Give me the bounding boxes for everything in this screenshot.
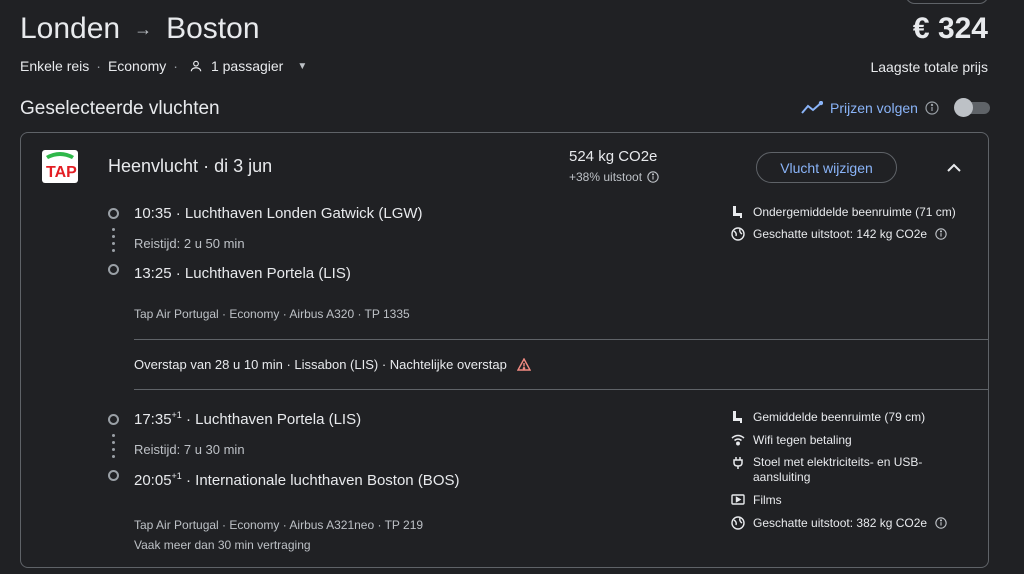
timeline-dots xyxy=(111,228,115,252)
amenity-emissions: Geschatte uitstoot: 382 kg CO2e xyxy=(731,516,947,530)
legroom-icon xyxy=(731,410,745,424)
total-price: € 324 xyxy=(912,12,988,45)
trip-type: Enkele reis xyxy=(20,58,90,74)
segment-1-departure: 10:35 · Luchthaven Londen Gatwick (LGW) xyxy=(134,205,423,222)
svg-text:TAP: TAP xyxy=(46,164,77,181)
segment-2-arrival: 20:05+1 · Internationale luchthaven Bost… xyxy=(134,471,460,489)
globe-icon xyxy=(731,227,745,241)
amenity-legroom: Ondergemiddelde beenruimte (71 cm) xyxy=(731,205,956,219)
destination-city: Boston xyxy=(166,12,260,45)
track-prices-toggle[interactable] xyxy=(954,98,990,117)
amenity-emissions: Geschatte uitstoot: 142 kg CO2e xyxy=(731,227,947,241)
timeline-dots xyxy=(111,434,115,458)
flight-card xyxy=(20,132,989,568)
track-prices-button[interactable]: Prijzen volgen xyxy=(801,100,939,116)
change-flight-button[interactable]: Vlucht wijzigen xyxy=(756,152,897,183)
amenity-video: Films xyxy=(731,493,782,507)
departure-circle-icon xyxy=(108,208,119,219)
section-title: Geselecteerde vluchten xyxy=(20,98,220,119)
divider xyxy=(134,339,989,340)
info-icon[interactable] xyxy=(935,517,947,529)
route-title: Londen → Boston xyxy=(20,12,260,46)
amenity-wifi: Wifi tegen betaling xyxy=(731,433,852,447)
price-label: Laagste totale prijs xyxy=(870,59,988,75)
cabin-class: Economy xyxy=(107,58,167,74)
airline-logo: TAP xyxy=(42,150,78,183)
amenity-power: Stoel met elektriciteits- en USB-aanslui… xyxy=(731,455,931,485)
layover-info: Overstap van 28 u 10 min · Lissabon (LIS… xyxy=(134,357,531,372)
arrival-circle-icon xyxy=(108,470,119,481)
passenger-count: 1 passagier xyxy=(210,58,284,74)
leg-title: Heenvlucht · di 3 jun xyxy=(108,156,273,176)
power-plug-icon xyxy=(731,456,745,470)
amenity-legroom: Gemiddelde beenruimte (79 cm) xyxy=(731,410,925,424)
trend-icon xyxy=(801,101,823,115)
delay-note: Vaak meer dan 30 min vertraging xyxy=(134,538,311,552)
legroom-icon xyxy=(731,205,745,219)
info-icon[interactable] xyxy=(647,171,659,183)
arrow-right-icon: → xyxy=(134,18,153,39)
warning-icon xyxy=(516,358,531,371)
caret-down-icon: ▼ xyxy=(297,60,308,72)
emissions-diff: +38% uitstoot xyxy=(569,170,659,184)
origin-city: Londen xyxy=(20,12,121,45)
top-partial-button[interactable] xyxy=(905,0,989,4)
wifi-icon xyxy=(731,433,745,447)
divider xyxy=(134,389,989,390)
person-icon xyxy=(189,59,203,73)
segment-2-departure: 17:35+1 · Luchthaven Portela (LIS) xyxy=(134,410,362,428)
passenger-selector[interactable]: 1 passagier ▼ xyxy=(189,58,307,74)
segment-1-operator: Tap Air Portugal · Economy · Airbus A320… xyxy=(134,307,410,321)
globe-icon xyxy=(731,516,745,530)
info-icon[interactable] xyxy=(935,228,947,240)
segment-2-operator: Tap Air Portugal · Economy · Airbus A321… xyxy=(134,518,424,532)
segment-1-arrival: 13:25 · Luchthaven Portela (LIS) xyxy=(134,265,351,282)
arrival-circle-icon xyxy=(108,264,119,275)
video-icon xyxy=(731,493,745,507)
trip-meta: Enkele reis · Economy · 1 passagier ▼ xyxy=(20,58,308,74)
segment-1-duration: Reistijd: 2 u 50 min xyxy=(134,236,245,251)
segment-2-duration: Reistijd: 7 u 30 min xyxy=(134,442,245,457)
emissions-total: 524 kg CO2e xyxy=(569,148,658,165)
departure-circle-icon xyxy=(108,414,119,425)
leg-date: di 3 jun xyxy=(214,156,273,176)
info-icon[interactable] xyxy=(925,101,939,115)
chevron-up-icon[interactable] xyxy=(942,156,966,178)
track-prices-label: Prijzen volgen xyxy=(830,100,918,116)
